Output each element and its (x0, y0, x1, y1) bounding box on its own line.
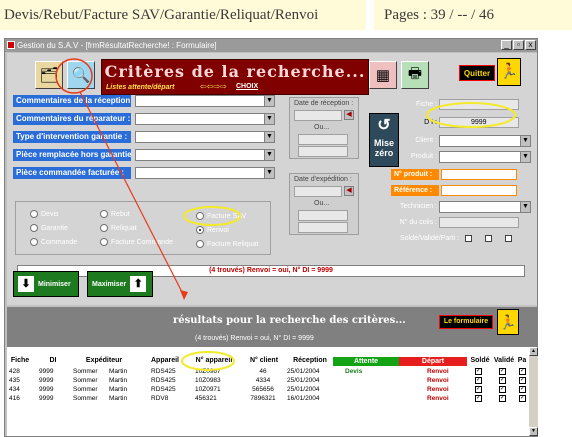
annotation-ellipse-appareil (181, 351, 235, 371)
annotation-layer (55, 58, 516, 371)
annotation-arrowhead (180, 290, 188, 300)
annotation-ellipse-di (426, 102, 516, 128)
annotation-arrow (79, 91, 185, 297)
annotation-ellipse-renvoi (183, 206, 241, 226)
annotation-circle-search (55, 58, 93, 94)
